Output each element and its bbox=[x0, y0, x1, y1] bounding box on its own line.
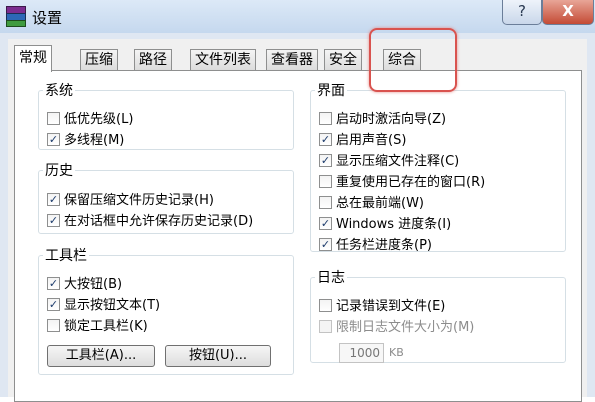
checkbox-box bbox=[319, 175, 332, 188]
winrar-icon bbox=[6, 6, 26, 27]
checkbox-label: 多线程(M) bbox=[64, 133, 125, 148]
checkbox-label: 显示按钮文本(T) bbox=[64, 298, 161, 313]
help-button[interactable]: ? bbox=[502, 0, 542, 25]
limit-log-size-checkbox[interactable]: 限制日志文件大小为(M) bbox=[319, 319, 474, 337]
title-bar: 设置 ? X bbox=[0, 0, 595, 33]
log-group: 日志 记录错误到文件(E) 限制日志文件大小为(M) 1000 KB bbox=[310, 267, 566, 363]
checkbox-label: Windows 进度条(I) bbox=[336, 217, 452, 232]
log-errors-checkbox[interactable]: 记录错误到文件(E) bbox=[319, 298, 445, 316]
checkbox-label: 低优先级(L) bbox=[64, 112, 134, 127]
show-button-text-checkbox[interactable]: ✓ 显示按钮文本(T) bbox=[47, 297, 160, 315]
multithread-checkbox[interactable]: ✓ 多线程(M) bbox=[47, 132, 124, 150]
toolbar-group: 工具栏 ✓ 大按钮(B) ✓ 显示按钮文本(T) 锁定工具栏(K) 工具栏(A)..… bbox=[38, 245, 294, 375]
settings-dialog: 常规 压缩 路径 文件列表 查看器 安全 综合 系统 低优先级(L) ✓ 多线程(… bbox=[8, 39, 587, 402]
enable-sound-checkbox[interactable]: ✓ 启用声音(S) bbox=[319, 132, 406, 150]
check-icon: ✓ bbox=[319, 154, 332, 167]
close-button[interactable]: X bbox=[542, 0, 594, 25]
checkbox-label: 大按钮(B) bbox=[64, 277, 123, 292]
checkbox-label: 总在最前端(W) bbox=[336, 196, 424, 211]
show-comment-checkbox[interactable]: ✓ 显示压缩文件注释(C) bbox=[319, 153, 459, 171]
toolbar-settings-button[interactable]: 工具栏(A)... bbox=[47, 345, 155, 367]
tab-file-list[interactable]: 文件列表 bbox=[190, 49, 256, 70]
checkbox-box bbox=[319, 299, 332, 312]
window-title: 设置 bbox=[32, 9, 63, 27]
always-on-top-checkbox[interactable]: 总在最前端(W) bbox=[319, 195, 424, 213]
check-icon: ✓ bbox=[47, 298, 60, 311]
interface-group: 界面 启动时激活向导(Z) ✓ 启用声音(S) ✓ 显示压缩文件注释(C) 重复使用… bbox=[310, 80, 566, 255]
history-group: 历史 ✓ 保留压缩文件历史记录(H) ✓ 在对话框中允许保存历史记录(D) bbox=[38, 160, 294, 234]
windows-progress-checkbox[interactable]: ✓ Windows 进度条(I) bbox=[319, 216, 451, 234]
reuse-window-checkbox[interactable]: 重复使用已存在的窗口(R) bbox=[319, 174, 485, 192]
checkbox-box bbox=[319, 196, 332, 209]
checkbox-label: 任务栏进度条(P) bbox=[336, 238, 432, 253]
check-icon: ✓ bbox=[47, 277, 60, 290]
dialog-history-checkbox[interactable]: ✓ 在对话框中允许保存历史记录(D) bbox=[47, 213, 253, 231]
checkbox-box bbox=[319, 112, 332, 125]
checkbox-label: 锁定工具栏(K) bbox=[64, 319, 148, 334]
log-size-unit: KB bbox=[389, 346, 404, 359]
log-group-title: 日志 bbox=[317, 270, 345, 286]
checkbox-label: 记录错误到文件(E) bbox=[336, 299, 446, 314]
system-group-title: 系统 bbox=[45, 83, 73, 99]
tab-security[interactable]: 安全 bbox=[324, 49, 362, 70]
taskbar-progress-checkbox[interactable]: ✓ 任务栏进度条(P) bbox=[319, 237, 432, 255]
startup-wizard-checkbox[interactable]: 启动时激活向导(Z) bbox=[319, 111, 446, 129]
checkbox-label: 显示压缩文件注释(C) bbox=[336, 154, 460, 169]
general-panel: 系统 低优先级(L) ✓ 多线程(M) 历史 ✓ 保留压缩文件历史记录(H) ✓ 在对… bbox=[14, 70, 582, 402]
checkbox-label: 启用声音(S) bbox=[336, 133, 407, 148]
interface-group-title: 界面 bbox=[317, 83, 345, 99]
low-priority-checkbox[interactable]: 低优先级(L) bbox=[47, 111, 133, 129]
checkbox-label: 在对话框中允许保存历史记录(D) bbox=[64, 214, 254, 229]
check-icon: ✓ bbox=[319, 133, 332, 146]
tab-compression[interactable]: 压缩 bbox=[80, 49, 118, 70]
checkbox-label: 重复使用已存在的窗口(R) bbox=[336, 175, 486, 190]
keep-history-checkbox[interactable]: ✓ 保留压缩文件历史记录(H) bbox=[47, 192, 214, 210]
lock-toolbar-checkbox[interactable]: 锁定工具栏(K) bbox=[47, 318, 148, 336]
checkbox-label: 启动时激活向导(Z) bbox=[336, 112, 447, 127]
log-size-input[interactable]: 1000 bbox=[339, 343, 384, 363]
history-group-title: 历史 bbox=[45, 163, 73, 179]
checkbox-label: 保留压缩文件历史记录(H) bbox=[64, 193, 214, 208]
tab-integration[interactable]: 综合 bbox=[383, 49, 421, 70]
tab-viewer[interactable]: 查看器 bbox=[266, 49, 318, 70]
tab-paths[interactable]: 路径 bbox=[134, 49, 172, 70]
buttons-settings-button[interactable]: 按钮(U)... bbox=[165, 345, 271, 367]
check-icon: ✓ bbox=[47, 133, 60, 146]
checkbox-box bbox=[47, 319, 60, 332]
large-buttons-checkbox[interactable]: ✓ 大按钮(B) bbox=[47, 276, 122, 294]
toolbar-group-title: 工具栏 bbox=[45, 248, 87, 264]
check-icon: ✓ bbox=[47, 214, 60, 227]
check-icon: ✓ bbox=[47, 193, 60, 206]
checkbox-label: 限制日志文件大小为(M) bbox=[336, 320, 475, 335]
checkbox-box bbox=[47, 112, 60, 125]
system-group: 系统 低优先级(L) ✓ 多线程(M) bbox=[38, 80, 294, 150]
tab-general[interactable]: 常规 bbox=[14, 45, 52, 72]
check-icon: ✓ bbox=[319, 238, 332, 251]
check-icon: ✓ bbox=[319, 217, 332, 230]
window-frame: 常规 压缩 路径 文件列表 查看器 安全 综合 系统 低优先级(L) ✓ 多线程(… bbox=[0, 33, 595, 402]
checkbox-box bbox=[319, 320, 332, 333]
